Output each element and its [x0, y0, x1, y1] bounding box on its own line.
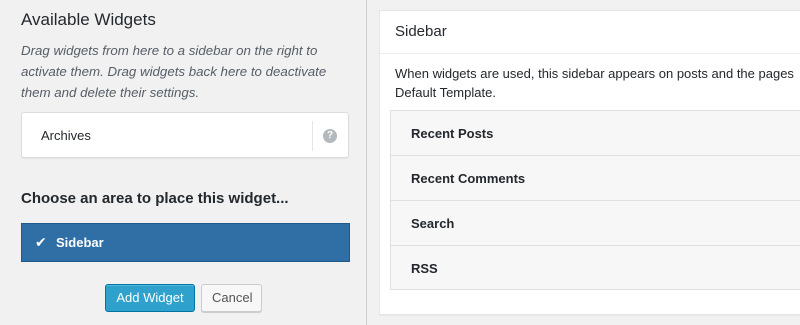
sidebar-widget-search[interactable]: Search — [390, 200, 800, 245]
available-widgets-heading: Available Widgets — [21, 10, 156, 29]
sidebar-area-title[interactable]: Sidebar — [395, 23, 447, 40]
widget-title: RSS — [411, 261, 438, 276]
area-option-label: Sidebar — [56, 235, 104, 250]
cancel-button[interactable]: Cancel — [201, 284, 262, 312]
available-widgets-panel: Available Widgets Drag widgets from here… — [0, 0, 366, 325]
sidebar-area-description: When widgets are used, this sidebar appe… — [395, 64, 800, 102]
checkmark-icon: ✔ — [35, 234, 47, 250]
widget-card-separator — [312, 121, 313, 151]
sidebar-description-line-1: When widgets are used, this sidebar appe… — [395, 66, 794, 81]
widget-archives-title: Archives — [41, 128, 91, 143]
sidebar-widget-recent-posts[interactable]: Recent Posts — [390, 110, 800, 155]
column-divider — [366, 0, 367, 325]
widget-archives-card[interactable]: Archives ? — [21, 112, 349, 158]
sidebar-widget-recent-comments[interactable]: Recent Comments — [390, 155, 800, 200]
sidebar-description-line-2: Default Template. — [395, 85, 496, 100]
sidebar-widget-rss[interactable]: RSS — [390, 245, 800, 290]
widget-title: Search — [411, 216, 455, 231]
area-option-sidebar[interactable]: ✔ Sidebar — [21, 223, 350, 262]
widgets-screen: Available Widgets Drag widgets from here… — [0, 0, 800, 325]
widget-title: Recent Posts — [411, 126, 494, 141]
available-widgets-description: Drag widgets from here to a sidebar on t… — [21, 43, 327, 100]
choose-area-heading: Choose an area to place this widget... — [21, 190, 289, 207]
sidebar-widget-list: Recent Posts Recent Comments Search RSS — [390, 110, 800, 290]
sidebar-widget-area: Sidebar When widgets are used, this side… — [379, 10, 800, 315]
add-widget-button[interactable]: Add Widget — [105, 284, 195, 312]
sidebar-title-divider — [380, 53, 800, 54]
question-circle-icon[interactable]: ? — [323, 129, 337, 143]
widget-title: Recent Comments — [411, 171, 526, 186]
